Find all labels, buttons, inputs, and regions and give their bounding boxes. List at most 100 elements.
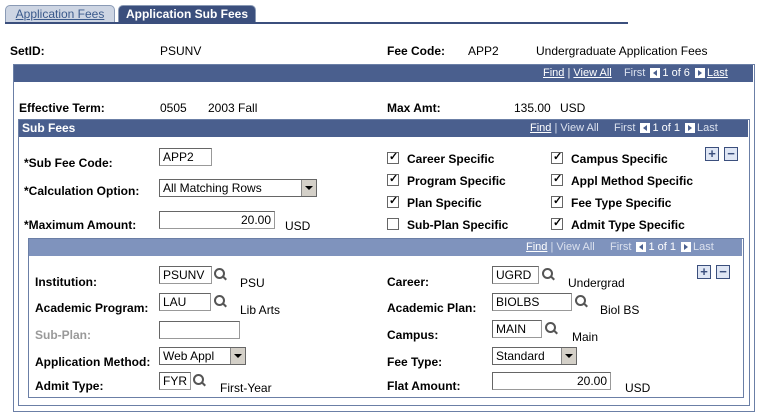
detail-panel — [28, 238, 744, 398]
next-icon[interactable] — [685, 123, 696, 134]
find-link[interactable]: Find — [526, 241, 547, 253]
next-icon[interactable] — [695, 68, 705, 79]
admit-type-specific-checkbox[interactable] — [551, 216, 563, 230]
institution-input[interactable] — [159, 266, 212, 284]
fee-type-value: Standard — [496, 349, 545, 363]
previous-icon[interactable] — [650, 68, 661, 79]
add-row-button[interactable]: + — [705, 147, 719, 161]
row-count: 1 of 1 — [652, 122, 680, 134]
delete-row-button[interactable]: − — [724, 147, 738, 161]
sub-fees-title: Sub Fees — [22, 121, 76, 135]
program-specific-checkbox[interactable] — [387, 172, 399, 186]
previous-icon[interactable] — [640, 123, 651, 134]
career-specific-checkbox[interactable] — [387, 150, 399, 164]
max-amt-label: Max Amt: — [387, 101, 441, 115]
appl-method-specific-label: Appl Method Specific — [571, 174, 694, 188]
outer-nav-bar: Find | View All First 1 of 6 Last — [14, 65, 753, 82]
admit-type-specific-label: Admit Type Specific — [571, 218, 685, 232]
tab-label: Application Sub Fees — [125, 7, 248, 21]
campus-specific-checkbox[interactable] — [551, 150, 563, 164]
outer-nav: Find | View All First 1 of 6 Last — [543, 67, 728, 79]
max-amt-value: 135.00 — [514, 101, 551, 115]
sub-plan-label: Sub-Plan: — [35, 328, 91, 342]
sub-plan-specific-label: Sub-Plan Specific — [407, 218, 509, 232]
acad-plan-desc: Biol BS — [600, 303, 640, 317]
last-link[interactable]: Last — [693, 241, 714, 253]
plan-specific-checkbox[interactable] — [387, 194, 399, 208]
app-method-label: Application Method: — [35, 355, 151, 369]
sub-fees-nav: Find | View All First 1 of 1 Last — [530, 122, 718, 134]
program-specific-label: Program Specific — [407, 174, 506, 188]
next-icon[interactable] — [681, 242, 692, 253]
first-label: First — [623, 67, 646, 79]
chevron-down-icon — [230, 348, 245, 364]
acad-plan-input[interactable] — [492, 293, 572, 311]
campus-label: Campus: — [387, 328, 439, 342]
lookup-icon[interactable] — [193, 374, 206, 387]
fee-code-value: APP2 — [468, 44, 499, 58]
find-link[interactable]: Find — [543, 67, 564, 79]
detail-header: Find | View All First 1 of 1 Last — [29, 239, 742, 256]
previous-icon[interactable] — [636, 242, 647, 253]
campus-desc: Main — [572, 330, 599, 344]
admit-type-desc: First-Year — [220, 381, 272, 395]
admit-type-input[interactable] — [159, 372, 191, 390]
view-all-link[interactable]: View All — [573, 67, 611, 79]
chevron-down-icon — [561, 348, 576, 364]
acad-program-label: Academic Program: — [35, 301, 149, 315]
career-input[interactable] — [492, 266, 539, 284]
appl-method-specific-checkbox[interactable] — [551, 172, 563, 186]
view-all-link[interactable]: View All — [556, 241, 594, 253]
max-amt-currency: USD — [560, 101, 586, 115]
sub-fees-header: Sub Fees Find | View All First 1 of 1 La… — [19, 120, 748, 137]
first-label: First — [610, 241, 632, 253]
fee-code-label: Fee Code: — [387, 44, 446, 58]
campus-input[interactable] — [492, 320, 542, 338]
career-label: Career: — [387, 275, 430, 289]
sub-fee-code-input[interactable] — [159, 148, 212, 166]
fee-type-select[interactable]: Standard — [492, 347, 577, 365]
fee-type-label: Fee Type: — [387, 355, 443, 369]
view-all-link[interactable]: View All — [560, 122, 598, 134]
career-specific-label: Career Specific — [407, 152, 495, 166]
tab-application-sub-fees[interactable]: Application Sub Fees — [118, 5, 256, 23]
fee-type-specific-checkbox[interactable] — [551, 194, 563, 208]
sub-fee-code-label: *Sub Fee Code: — [24, 156, 113, 170]
sub-plan-specific-checkbox[interactable] — [387, 218, 399, 230]
fee-type-specific-label: Fee Type Specific — [571, 196, 672, 210]
effective-term-desc: 2003 Fall — [208, 101, 258, 115]
app-method-value: Web Appl — [163, 349, 215, 363]
acad-program-desc: Lib Arts — [240, 303, 281, 317]
add-row-button[interactable]: + — [697, 265, 711, 279]
lookup-icon[interactable] — [542, 268, 555, 281]
row-count: 1 of 6 — [662, 67, 690, 79]
tab-application-fees[interactable]: Application Fees — [5, 5, 115, 23]
flat-amount-label: Flat Amount: — [387, 379, 461, 393]
tab-underline — [5, 22, 628, 24]
last-link[interactable]: Last — [707, 67, 728, 79]
sub-plan-input[interactable] — [159, 321, 240, 339]
detail-nav: Find | View All First 1 of 1 Last — [526, 241, 714, 253]
effective-term-label: Effective Term: — [19, 101, 105, 115]
find-link[interactable]: Find — [530, 122, 551, 134]
max-amount-currency: USD — [285, 219, 311, 233]
tab-label: Application Fees — [15, 7, 105, 21]
max-amount-input[interactable] — [159, 211, 275, 229]
lookup-icon[interactable] — [575, 295, 588, 308]
calc-option-select[interactable]: All Matching Rows — [159, 179, 317, 197]
app-method-select[interactable]: Web Appl — [159, 347, 246, 365]
institution-label: Institution: — [35, 275, 97, 289]
last-link[interactable]: Last — [697, 122, 718, 134]
acad-plan-label: Academic Plan: — [387, 301, 477, 315]
admit-type-label: Admit Type: — [35, 379, 104, 393]
acad-program-input[interactable] — [159, 293, 211, 311]
calc-option-label: *Calculation Option: — [24, 184, 140, 198]
lookup-icon[interactable] — [214, 295, 227, 308]
delete-row-button[interactable]: − — [716, 265, 730, 279]
chevron-down-icon — [301, 180, 316, 196]
effective-term-code: 0505 — [160, 101, 187, 115]
lookup-icon[interactable] — [545, 322, 558, 335]
max-amount-label: *Maximum Amount: — [24, 218, 137, 232]
flat-amount-input[interactable] — [492, 372, 611, 390]
lookup-icon[interactable] — [214, 268, 227, 281]
